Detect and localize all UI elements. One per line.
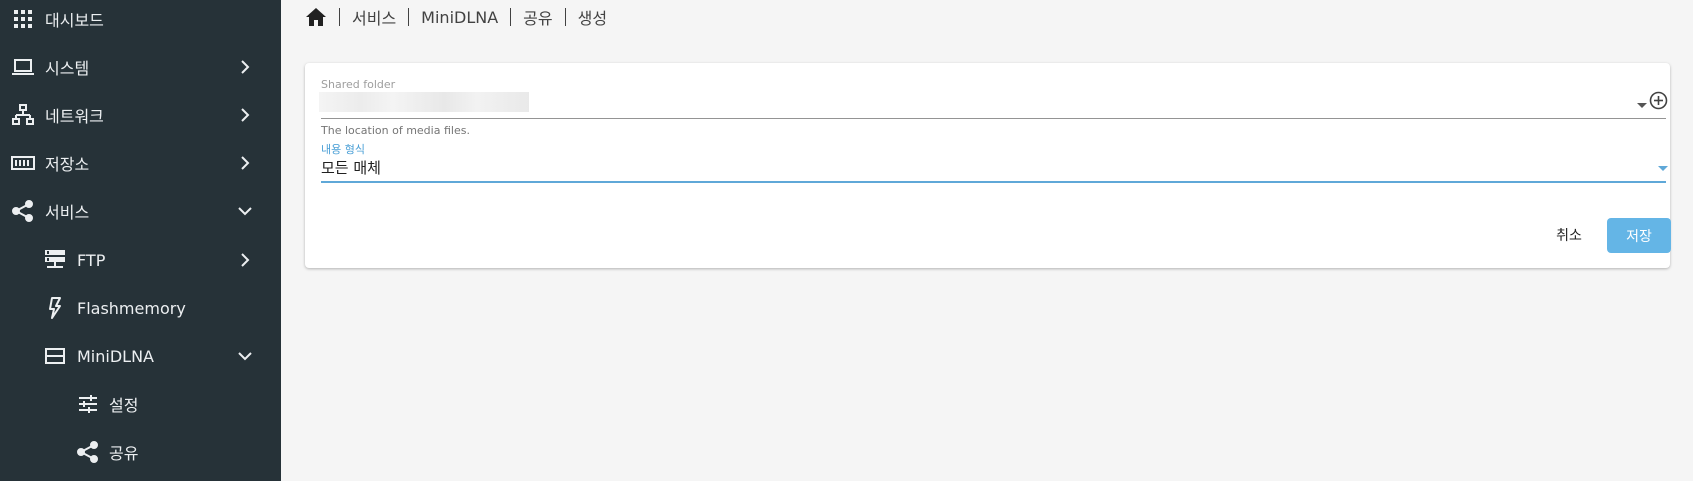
share-icon xyxy=(11,199,35,223)
breadcrumb-create: 생성 xyxy=(577,9,608,28)
sidebar-item-label: 네트워크 xyxy=(45,107,104,126)
chevron-down-icon xyxy=(233,199,257,223)
shared-folder-field[interactable]: Shared folder xyxy=(305,63,1670,121)
content-type-label: 내용 형식 xyxy=(321,143,365,156)
shared-folder-label: Shared folder xyxy=(321,78,396,91)
sidebar-item-label: 공유 xyxy=(109,444,139,463)
chevron-right-icon xyxy=(233,55,257,79)
sidebar-item-ftp[interactable]: FTP xyxy=(0,236,281,284)
breadcrumb-separator xyxy=(408,8,410,26)
content-type-underline xyxy=(321,181,1666,183)
laptop-icon xyxy=(11,55,35,79)
content-type-select[interactable]: 내용 형식 모든 매체 xyxy=(305,137,1670,183)
apps-grid-icon xyxy=(11,7,35,31)
chevron-right-icon xyxy=(233,151,257,175)
sidebar-item-label: MiniDLNA xyxy=(77,346,154,366)
sidebar-item-settings[interactable]: 설정 xyxy=(0,380,281,428)
sidebar-item-label: 시스템 xyxy=(45,59,90,78)
dropdown-arrow-icon xyxy=(1658,166,1668,171)
sidebar-item-share[interactable]: 공유 xyxy=(0,428,281,476)
breadcrumb: 서비스 MiniDLNA 공유 생성 xyxy=(305,4,607,30)
chevron-down-icon xyxy=(233,344,257,368)
tune-icon xyxy=(76,392,100,416)
sidebar-item-storage[interactable]: 저장소 xyxy=(0,139,281,187)
sidebar-item-network[interactable]: 네트워크 xyxy=(0,91,281,139)
sidebar-item-services[interactable]: 서비스 xyxy=(0,187,281,235)
add-circle-icon[interactable] xyxy=(1649,91,1668,110)
sidebar-item-label: FTP xyxy=(77,250,106,270)
breadcrumb-separator xyxy=(510,8,512,26)
chevron-right-icon xyxy=(233,248,257,272)
content-type-value: 모든 매체 xyxy=(321,159,381,177)
save-button[interactable]: 저장 xyxy=(1607,218,1671,253)
flash-icon xyxy=(43,296,67,320)
dropdown-arrow-icon xyxy=(1637,103,1647,108)
storage-icon xyxy=(11,151,35,175)
sidebar-item-system[interactable]: 시스템 xyxy=(0,43,281,91)
share-icon xyxy=(76,440,100,464)
sidebar-item-minidlna[interactable]: MiniDLNA xyxy=(0,332,281,380)
sidebar: 대시보드 시스템 네트워크 저장소 서비스 FTP Flashmemory Mi… xyxy=(0,0,281,481)
sidebar-item-flashmemory[interactable]: Flashmemory xyxy=(0,284,281,332)
sidebar-item-label: 대시보드 xyxy=(45,11,104,30)
server-icon xyxy=(43,248,67,272)
sidebar-item-dashboard[interactable]: 대시보드 xyxy=(0,0,281,43)
home-icon[interactable] xyxy=(305,7,327,27)
cancel-button[interactable]: 취소 xyxy=(1543,218,1595,252)
shared-folder-underline xyxy=(321,118,1666,119)
shared-folder-hint: The location of media files. xyxy=(321,124,470,137)
view-agenda-icon xyxy=(43,344,67,368)
sidebar-item-label: 저장소 xyxy=(45,155,90,174)
network-icon xyxy=(11,103,35,127)
breadcrumb-minidlna[interactable]: MiniDLNA xyxy=(421,8,498,27)
share-form-card: Shared folder The location of media file… xyxy=(305,63,1671,268)
sidebar-item-label: 설정 xyxy=(109,396,139,415)
breadcrumb-services[interactable]: 서비스 xyxy=(352,5,396,29)
sidebar-item-label: Flashmemory xyxy=(77,298,186,318)
sidebar-item-label: 서비스 xyxy=(45,203,90,222)
chevron-right-icon xyxy=(233,103,257,127)
shared-folder-loading-placeholder xyxy=(319,92,529,112)
breadcrumb-share[interactable]: 공유 xyxy=(523,5,552,29)
breadcrumb-separator xyxy=(564,8,566,26)
breadcrumb-separator xyxy=(339,8,340,26)
